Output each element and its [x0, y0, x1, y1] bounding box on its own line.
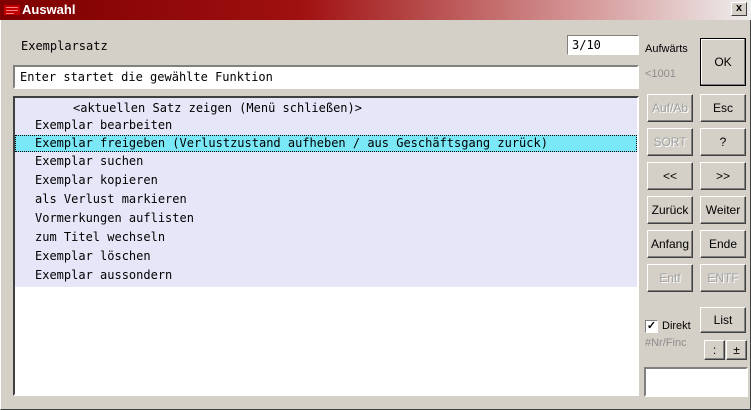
- range-label: <1001: [645, 68, 676, 80]
- direct-label: Direkt: [662, 320, 691, 332]
- end-button[interactable]: Ende: [700, 230, 746, 258]
- sort-button[interactable]: SORT: [647, 128, 693, 156]
- auf-ab-button[interactable]: Auf/Ab: [647, 94, 693, 122]
- title-bar: Auswahl x: [0, 0, 751, 20]
- list-item[interactable]: zum Titel wechseln: [15, 229, 637, 246]
- colon-button[interactable]: :: [704, 340, 725, 360]
- next-button[interactable]: >>: [700, 162, 746, 190]
- help-button[interactable]: ?: [700, 128, 746, 156]
- back-button[interactable]: Zurück: [647, 196, 693, 224]
- list-item[interactable]: Exemplar bearbeiten: [15, 117, 637, 134]
- bottom-input[interactable]: [644, 367, 748, 397]
- status-field: Enter startet die gewählte Funktion: [13, 65, 639, 89]
- entf-caps-button[interactable]: ENTF: [700, 264, 746, 292]
- start-button[interactable]: Anfang: [647, 230, 693, 258]
- dialog-body: Exemplarsatz 3/10 Enter startet die gewä…: [0, 20, 751, 410]
- forward-button[interactable]: Weiter: [700, 196, 746, 224]
- list-item[interactable]: Exemplar suchen: [15, 153, 637, 170]
- direction-label: Aufwärts: [645, 43, 688, 55]
- set-label: Exemplarsatz: [21, 39, 108, 53]
- list-item[interactable]: Exemplar aussondern: [15, 267, 637, 284]
- prev-button[interactable]: <<: [647, 162, 693, 190]
- list-item[interactable]: Exemplar kopieren: [15, 172, 637, 189]
- esc-button[interactable]: Esc: [700, 94, 746, 122]
- list-button[interactable]: List: [700, 307, 746, 333]
- entf-button[interactable]: Entf: [647, 264, 693, 292]
- window-title: Auswahl: [22, 2, 76, 17]
- direct-checkbox[interactable]: ✓: [645, 320, 658, 333]
- app-icon: [4, 5, 20, 15]
- nr-find-label: #Nr/Finc: [645, 337, 687, 349]
- record-counter: 3/10: [567, 35, 639, 55]
- list-item[interactable]: Exemplar löschen: [15, 248, 637, 265]
- list-item[interactable]: Vormerkungen auflisten: [15, 210, 637, 227]
- list-item-selected[interactable]: Exemplar freigeben (Verlustzustand aufhe…: [15, 135, 637, 152]
- close-button[interactable]: x: [731, 2, 747, 16]
- list-item[interactable]: als Verlust markieren: [15, 191, 637, 208]
- plusminus-button[interactable]: ±: [726, 340, 747, 360]
- list-item[interactable]: <aktuellen Satz zeigen (Menü schließen)>: [15, 100, 637, 117]
- function-list[interactable]: <aktuellen Satz zeigen (Menü schließen)>…: [13, 96, 639, 396]
- ok-button[interactable]: OK: [700, 38, 746, 86]
